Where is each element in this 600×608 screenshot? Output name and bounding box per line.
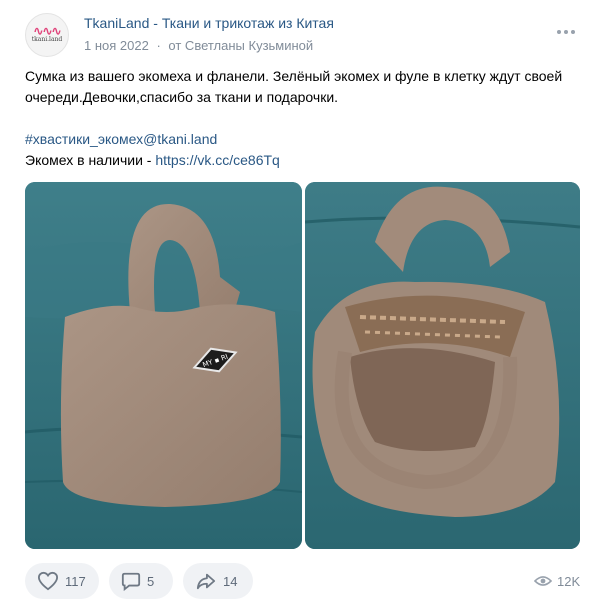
post-text-line-2: очереди.Девочки,спасибо за ткани и подар… bbox=[25, 89, 339, 105]
views-counter: 12K bbox=[534, 572, 580, 590]
post-text-line-1: Сумка из вашего экомеха и фланели. Зелён… bbox=[25, 68, 563, 84]
like-count: 117 bbox=[65, 573, 86, 589]
views-count: 12K bbox=[557, 573, 581, 589]
post-meta: 1 ноя 2022 · от Светланы Кузьминой bbox=[84, 38, 313, 53]
heart-icon bbox=[37, 571, 59, 591]
like-button[interactable]: 117 bbox=[25, 563, 99, 599]
avatar-logo-text: tkani.land bbox=[31, 36, 63, 43]
external-link[interactable]: https://vk.cc/ce86Tq bbox=[155, 152, 280, 168]
photo-bag-open[interactable] bbox=[305, 182, 580, 549]
share-icon bbox=[196, 573, 216, 590]
more-dots-icon[interactable] bbox=[554, 25, 578, 39]
comment-count: 5 bbox=[147, 573, 155, 589]
post-date[interactable]: 1 ноя 2022 bbox=[84, 38, 149, 53]
share-button[interactable]: 14 bbox=[183, 563, 253, 599]
post-text: Сумка из вашего экомеха и фланели. Зелён… bbox=[25, 66, 585, 171]
group-name-link[interactable]: TkaniLand - Ткани и трикотаж из Китая bbox=[84, 15, 334, 31]
comment-button[interactable]: 5 bbox=[109, 563, 173, 599]
group-avatar[interactable]: ∿∿∿ tkani.land bbox=[25, 13, 69, 57]
hashtag-link[interactable]: #хвастики_экомех@tkani.land bbox=[25, 129, 585, 150]
link-prefix: Экомех в наличии - bbox=[25, 152, 156, 168]
photo-bag-front[interactable]: MY ▪ RI bbox=[25, 182, 302, 549]
post-author[interactable]: от Светланы Кузьминой bbox=[168, 38, 313, 53]
comment-icon bbox=[121, 572, 141, 591]
meta-separator: · bbox=[156, 38, 161, 53]
eye-icon bbox=[534, 576, 552, 586]
share-count: 14 bbox=[223, 573, 238, 589]
logo-wave-icon: ∿∿∿ bbox=[33, 24, 61, 38]
post-card: ∿∿∿ tkani.land TkaniLand - Ткани и трико… bbox=[0, 0, 600, 608]
